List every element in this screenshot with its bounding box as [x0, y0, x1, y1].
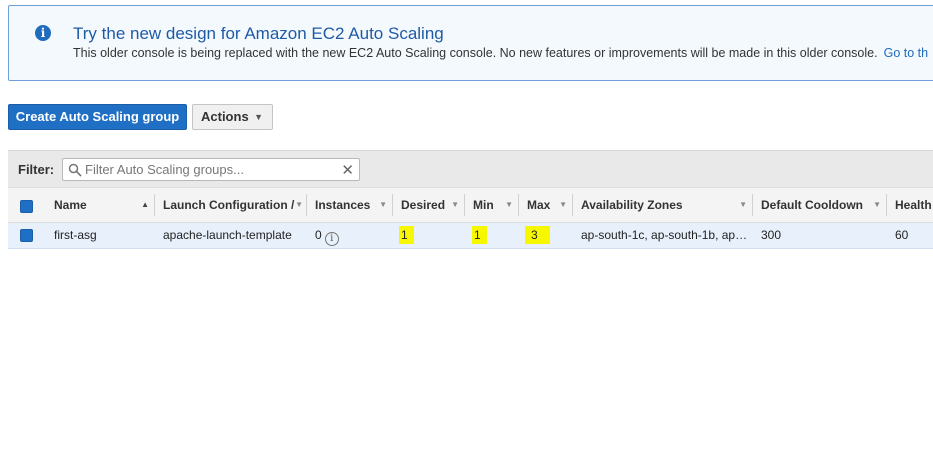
cell-health: 60 [895, 228, 909, 242]
sort-icon: ▼ [295, 200, 303, 209]
sort-icon: ▼ [873, 200, 881, 209]
sort-icon: ▼ [739, 200, 747, 209]
column-label: Availability Zones [581, 198, 683, 212]
cell-instances: 0i [307, 223, 339, 249]
sort-icon: ▼ [559, 200, 567, 209]
cell-launch-configuration: apache-launch-template [163, 228, 292, 242]
cell-min: 1 [465, 223, 487, 249]
sort-asc-icon: ▲ [141, 200, 149, 209]
column-max[interactable]: Max ▼ [519, 188, 573, 224]
actions-label: Actions [201, 109, 249, 124]
banner-text: This older console is being replaced wit… [73, 46, 928, 60]
filter-field[interactable]: ✕ [62, 158, 360, 181]
banner-message: This older console is being replaced wit… [73, 46, 878, 60]
column-label: Launch Configuration / [163, 198, 295, 212]
column-label: Instances [315, 198, 371, 212]
table-row[interactable]: first-asg apache-launch-template 0i 1 1 … [8, 223, 933, 249]
sort-icon: ▼ [505, 200, 513, 209]
new-design-banner: i Try the new design for Amazon EC2 Auto… [8, 5, 933, 81]
search-icon [68, 163, 82, 177]
row-checkbox[interactable] [20, 229, 33, 242]
filter-bar: Filter: ✕ [8, 150, 933, 187]
cell-availability-zones: ap-south-1c, ap-south-1b, ap… [581, 228, 748, 242]
sort-icon: ▼ [451, 200, 459, 209]
filter-input[interactable] [85, 159, 335, 180]
select-all-checkbox[interactable] [20, 200, 33, 213]
column-default-cooldown[interactable]: Default Cooldown ▼ [753, 188, 887, 224]
column-label: Health [895, 198, 932, 212]
cell-name: first-asg [54, 228, 97, 242]
column-health[interactable]: Health [887, 188, 933, 224]
table-header: Name ▲ Launch Configuration / ▼ Instance… [8, 187, 933, 223]
info-icon: i [35, 25, 51, 41]
banner-link[interactable]: Go to th [884, 46, 928, 60]
column-label: Min [473, 198, 494, 212]
min-value: 1 [472, 226, 487, 244]
column-availability-zones[interactable]: Availability Zones ▼ [573, 188, 753, 224]
cell-desired: 1 [393, 223, 414, 249]
column-label: Default Cooldown [761, 198, 863, 212]
sort-icon: ▼ [379, 200, 387, 209]
column-label: Desired [401, 198, 446, 212]
column-launch-configuration[interactable]: Launch Configuration / ▼ [155, 188, 307, 224]
column-desired[interactable]: Desired ▼ [393, 188, 465, 224]
instances-count: 0 [315, 228, 322, 242]
column-min[interactable]: Min ▼ [465, 188, 519, 224]
auto-scaling-groups-table: Name ▲ Launch Configuration / ▼ Instance… [8, 187, 933, 249]
column-label: Name [54, 198, 87, 212]
chevron-down-icon: ▼ [254, 112, 263, 122]
cell-default-cooldown: 300 [761, 228, 782, 242]
column-name[interactable]: Name ▲ [46, 188, 155, 224]
max-value: 3 [525, 226, 550, 244]
info-icon[interactable]: i [324, 232, 339, 246]
column-instances[interactable]: Instances ▼ [307, 188, 393, 224]
cell-max: 3 [519, 223, 550, 249]
close-icon[interactable]: ✕ [341, 161, 354, 179]
create-auto-scaling-group-button[interactable]: Create Auto Scaling group [8, 104, 187, 130]
filter-label: Filter: [18, 162, 55, 177]
actions-button[interactable]: Actions ▼ [192, 104, 273, 130]
banner-title: Try the new design for Amazon EC2 Auto S… [73, 24, 444, 43]
column-label: Max [527, 198, 551, 212]
desired-value: 1 [399, 226, 414, 244]
